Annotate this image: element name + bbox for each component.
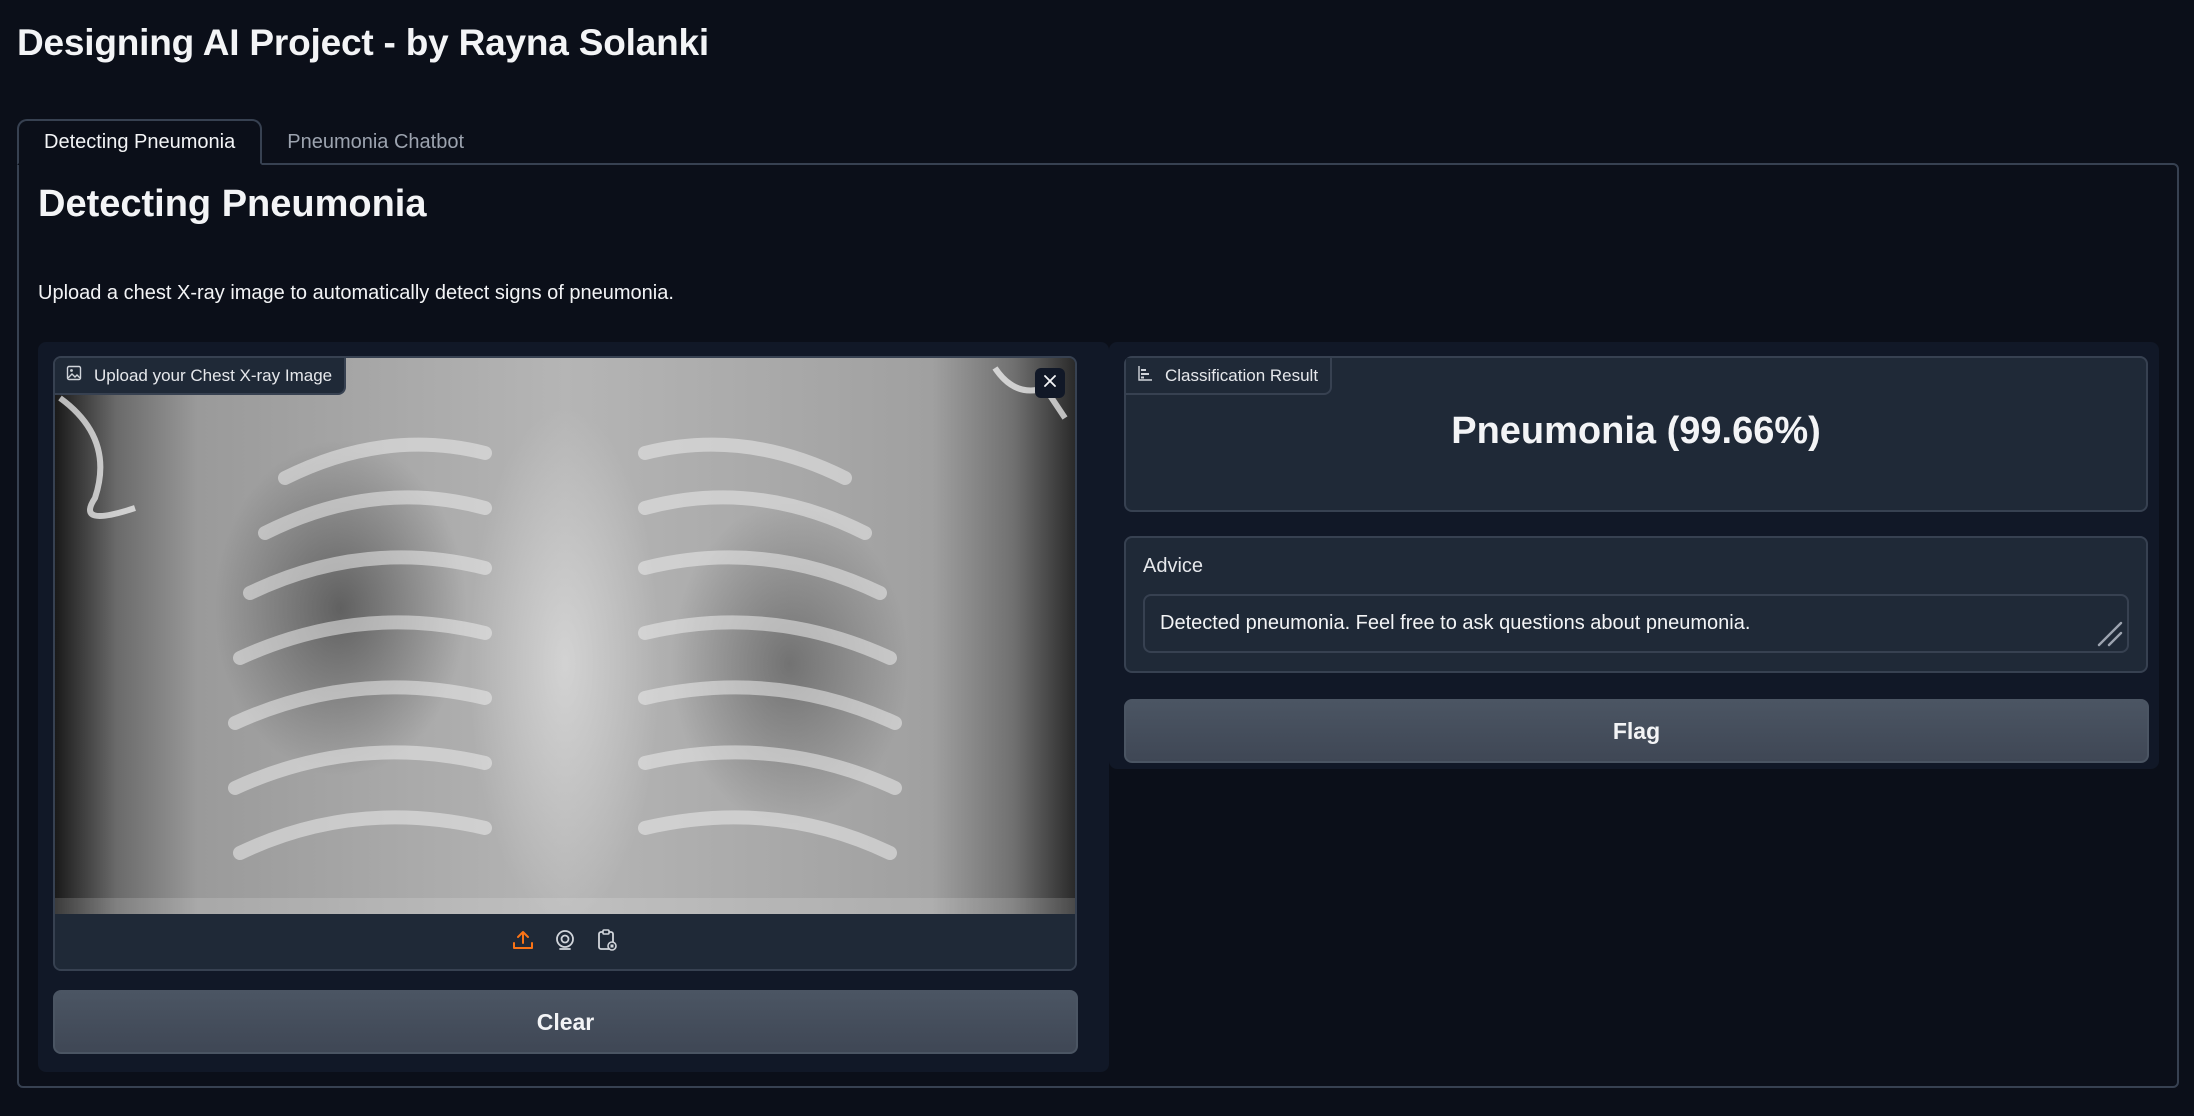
classification-result-label: Classification Result	[1126, 358, 1333, 395]
tab-panel-detecting-pneumonia: Detecting Pneumonia Upload a chest X-ray…	[17, 163, 2179, 1088]
image-upload-component[interactable]: Upload your Chest X-ray Image	[53, 356, 1077, 971]
panel-heading: Detecting Pneumonia	[38, 183, 427, 225]
flag-button[interactable]: Flag	[1124, 699, 2149, 763]
chest-xray-image	[55, 358, 1075, 914]
upload-icon	[511, 928, 535, 957]
image-icon	[66, 365, 82, 386]
image-source-toolbar	[55, 914, 1075, 969]
bar-chart-icon	[1137, 365, 1153, 386]
classification-result-component: Classification Result Pneumonia (99.66%)	[1124, 356, 2148, 512]
panel-description: Upload a chest X-ray image to automatica…	[38, 282, 674, 304]
advice-textbox[interactable]: Detected pneumonia. Feel free to ask que…	[1143, 594, 2129, 653]
clipboard-icon	[595, 928, 619, 957]
resize-handle-icon[interactable]	[2093, 617, 2125, 649]
app-title: Designing AI Project - by Rayna Solanki	[17, 22, 709, 63]
tab-bar: Detecting Pneumonia Pneumonia Chatbot	[17, 119, 489, 165]
webcam-icon	[553, 928, 577, 957]
input-column: Upload your Chest X-ray Image Clear	[38, 342, 1109, 1072]
clipboard-source-button[interactable]	[593, 929, 621, 957]
upload-source-button[interactable]	[509, 929, 537, 957]
clear-button[interactable]: Clear	[53, 990, 1078, 1054]
image-input-label-text: Upload your Chest X-ray Image	[94, 365, 333, 385]
close-icon	[1043, 374, 1057, 393]
tab-detecting-pneumonia[interactable]: Detecting Pneumonia	[17, 119, 263, 165]
advice-label: Advice	[1143, 555, 1204, 577]
tab-pneumonia-chatbot[interactable]: Pneumonia Chatbot	[262, 119, 489, 165]
output-column: Classification Result Pneumonia (99.66%)…	[1109, 342, 2159, 769]
classification-result-value: Pneumonia (99.66%)	[1451, 410, 1821, 452]
webcam-source-button[interactable]	[551, 929, 579, 957]
classification-result-label-text: Classification Result	[1165, 365, 1319, 385]
advice-text: Detected pneumonia. Feel free to ask que…	[1160, 612, 1751, 634]
remove-image-button[interactable]	[1035, 368, 1065, 398]
image-input-label: Upload your Chest X-ray Image	[55, 358, 347, 395]
advice-component: Advice Detected pneumonia. Feel free to …	[1124, 536, 2148, 673]
